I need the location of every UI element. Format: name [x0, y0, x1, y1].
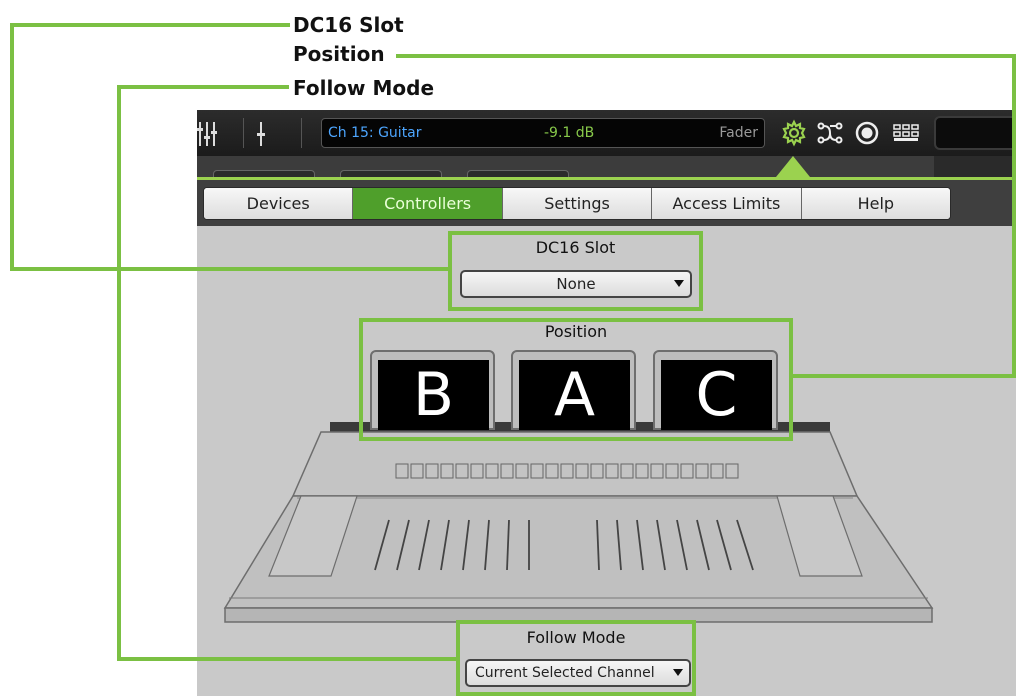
callout-follow-mode: Follow Mode — [293, 76, 435, 100]
leader-line — [117, 657, 459, 661]
leader-line — [10, 23, 272, 27]
dc16-slot-value: None — [556, 275, 596, 293]
callout-dc16-slot: DC16 Slot — [293, 13, 404, 37]
position-slot-label: A — [519, 360, 630, 430]
position-title: Position — [544, 322, 608, 341]
follow-mode-select[interactable]: Current Selected Channel — [465, 659, 691, 687]
leader-line — [10, 23, 14, 271]
position-slot-c[interactable]: C — [653, 350, 778, 430]
position-slot-a[interactable]: A — [511, 350, 636, 430]
position-slot-label: C — [661, 360, 772, 430]
position-slot-b[interactable]: B — [370, 350, 495, 430]
dc16-slot-select[interactable]: None — [460, 270, 692, 298]
chevron-down-icon — [673, 669, 683, 676]
dc16-slot-title: DC16 Slot — [535, 238, 616, 257]
chevron-down-icon — [674, 280, 684, 287]
follow-mode-title: Follow Mode — [526, 628, 626, 647]
callout-position: Position — [293, 42, 385, 66]
leader-line — [1012, 54, 1016, 378]
follow-mode-value: Current Selected Channel — [475, 665, 655, 681]
app-window: Ch 15: Guitar -9.1 dB Fader Devices Cont… — [197, 110, 1016, 696]
position-slot-label: B — [378, 360, 489, 430]
leader-line — [10, 267, 452, 271]
leader-line — [117, 85, 121, 661]
leader-line — [792, 374, 1016, 378]
leader-line — [396, 54, 1016, 58]
leader-line — [117, 85, 289, 89]
